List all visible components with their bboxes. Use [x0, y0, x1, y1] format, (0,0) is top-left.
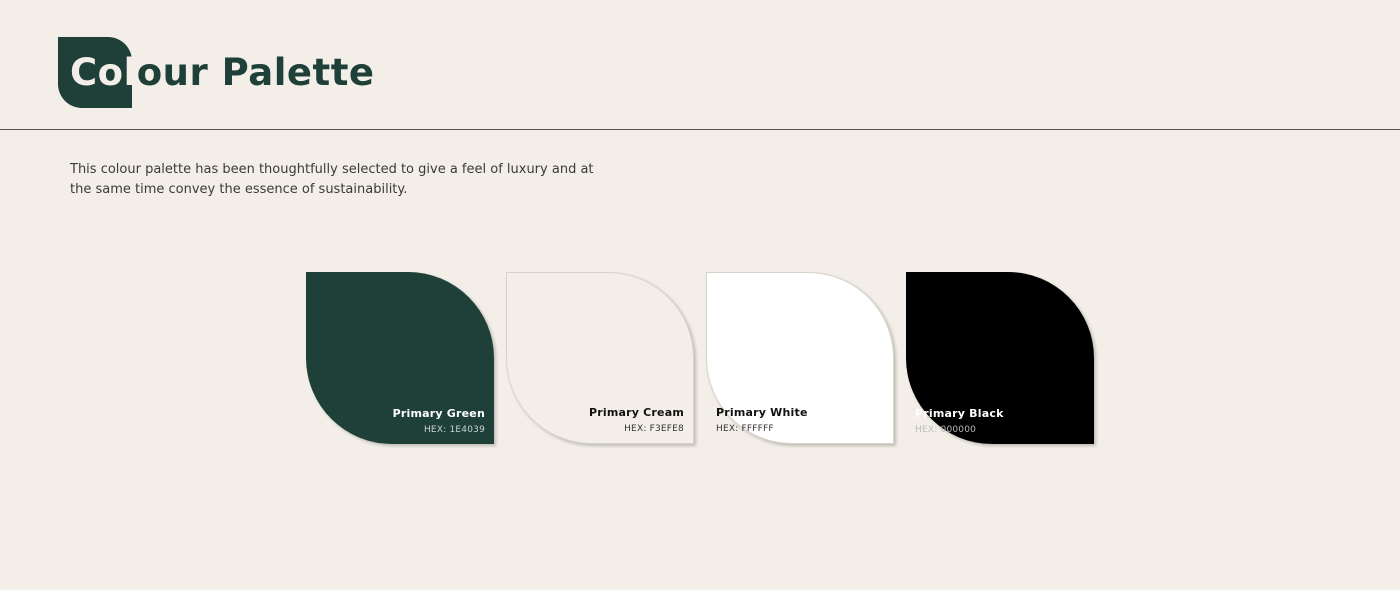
swatch-name: Primary Cream: [588, 406, 684, 419]
swatch-primary-green: Primary Green HEX: 1E4039: [306, 272, 494, 444]
swatch-primary-white: Primary White HEX: FFFFFF: [706, 272, 894, 444]
colour-swatches: Primary Green HEX: 1E4039 Primary Cream …: [306, 272, 1096, 447]
swatch-hex: HEX: FFFFFF: [716, 424, 774, 434]
swatch-primary-cream: Primary Cream HEX: F3EFE8: [506, 272, 694, 444]
page-title: Colour Palette: [70, 51, 375, 95]
swatch-name: Primary Black: [915, 407, 1004, 420]
swatch-name: Primary White: [716, 406, 808, 419]
swatch-hex: HEX: 1E4039: [423, 425, 485, 435]
swatch-name: Primary Green: [392, 407, 485, 420]
swatch-hex: HEX: F3EFE8: [624, 424, 684, 434]
intro-paragraph: This colour palette has been thoughtfull…: [70, 162, 594, 197]
swatch-hex: HEX: 000000: [915, 425, 977, 435]
swatch-primary-black: Primary Black HEX: 000000: [906, 272, 1094, 444]
page-title-highlight: Col: [70, 51, 137, 94]
header-divider: [0, 129, 1400, 130]
page-title-rest: our Palette: [136, 51, 375, 94]
